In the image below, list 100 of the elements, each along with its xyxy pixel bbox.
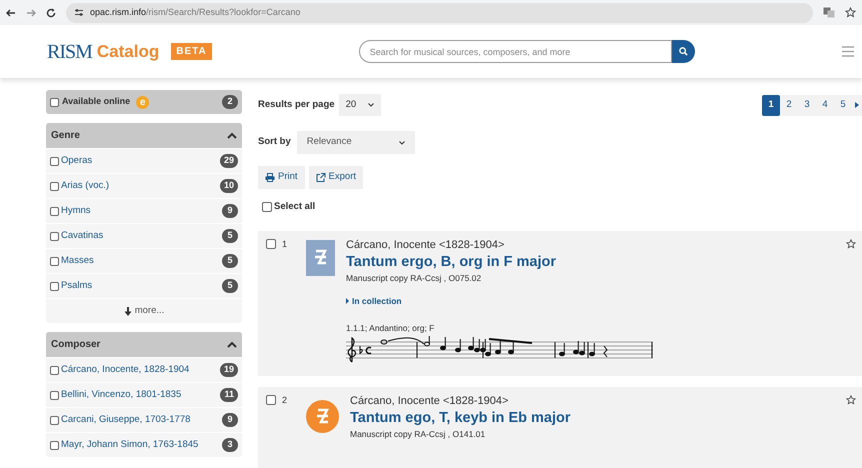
chevron-icon <box>398 140 405 144</box>
checkbox[interactable] <box>50 366 59 374</box>
facet-label: Psalms <box>61 278 92 293</box>
checkbox[interactable] <box>266 394 276 404</box>
result-title[interactable]: Tantum ego, T, keyb in Eb major <box>350 408 846 428</box>
checkbox[interactable] <box>50 282 59 290</box>
page-link[interactable]: 5 <box>834 94 852 116</box>
logo-mark[interactable]: RISM <box>47 36 92 66</box>
checkbox[interactable] <box>266 239 276 250</box>
external-link-icon <box>316 173 326 182</box>
facet-item[interactable]: Arias (voc.) 10 <box>46 173 242 198</box>
facet-label: Bellini, Vincenzo, 1801-1835 <box>61 388 182 402</box>
result-number: 2 <box>282 394 288 404</box>
forward-icon[interactable] <box>26 8 36 18</box>
result-title[interactable]: Tantum ergo, B, org in F major <box>346 252 846 272</box>
count-badge: 9 <box>222 204 238 218</box>
checkbox[interactable] <box>50 390 59 400</box>
down-arrow-icon <box>124 306 132 316</box>
facet-label: Hymns <box>61 204 91 218</box>
chevron-icon <box>368 103 374 107</box>
count-badge: 19 <box>220 363 238 377</box>
facet-header[interactable]: Composer <box>46 332 242 357</box>
export-button[interactable]: Export <box>308 166 364 189</box>
composer-name: Cárcano, Inocente <1828-1904> <box>346 239 506 252</box>
count-badge: 5 <box>222 254 238 268</box>
document-icon <box>306 400 339 432</box>
facet-item[interactable]: Bellini, Vincenzo, 1801-1835 11 <box>46 382 242 407</box>
count-badge: 5 <box>222 229 238 243</box>
collapse-icon[interactable] <box>227 132 237 139</box>
reload-icon[interactable] <box>46 8 56 18</box>
facet-item[interactable]: Hymns 9 <box>46 198 242 223</box>
page-link[interactable]: 3 <box>798 94 816 116</box>
available-online-filter[interactable]: Available online e 2 <box>46 90 242 114</box>
facet-item[interactable]: Operas 29 <box>46 148 242 173</box>
checkbox[interactable] <box>50 440 59 450</box>
site-settings-icon[interactable] <box>74 8 84 17</box>
checkbox[interactable] <box>50 98 59 106</box>
url-text: opac.rism.info/rism/Search/Results?lookfor=Carcano <box>90 6 300 19</box>
menu-icon[interactable] <box>842 46 854 57</box>
sort-select[interactable]: Relevance <box>296 131 415 154</box>
filter-label: Available online <box>62 95 130 108</box>
next-page-button[interactable] <box>852 94 862 116</box>
facet-item[interactable]: Psalms 5 <box>46 273 242 298</box>
facet-title: Composer <box>51 338 100 352</box>
count-badge: 10 <box>220 179 238 193</box>
facet-label: Cavatinas <box>61 228 104 243</box>
facet-item[interactable]: Cárcano, Inocente, 1828-1904 19 <box>46 357 242 382</box>
checkbox[interactable] <box>50 256 59 266</box>
incipit-label: 1.1.1; Andantino; org; F <box>346 322 436 334</box>
count-badge: 3 <box>222 438 238 452</box>
source-info: Manuscript copy RA-Ccsj , O075.02 <box>346 272 482 285</box>
in-collection-toggle[interactable]: In collection <box>346 295 846 308</box>
search-field[interactable]: Search for musical sources, composers, and more <box>358 40 672 63</box>
facet-label: Masses <box>61 254 94 268</box>
count-badge: 9 <box>222 413 238 427</box>
facet-label: Arias (voc.) <box>61 178 110 193</box>
count-badge: 5 <box>222 279 238 293</box>
checkbox[interactable] <box>50 182 59 190</box>
document-icon <box>306 240 335 276</box>
results-per-page-label: Results per page <box>258 98 335 112</box>
result-number: 1 <box>282 239 288 250</box>
back-icon[interactable] <box>6 8 16 18</box>
more-link[interactable]: more... <box>46 298 242 323</box>
page-link[interactable]: 1 <box>762 94 780 116</box>
printer-icon <box>265 173 275 182</box>
checkbox[interactable] <box>50 416 59 424</box>
online-mark: e <box>136 96 150 108</box>
collapse-icon[interactable] <box>227 341 237 348</box>
checkbox[interactable] <box>50 232 59 240</box>
facet-label: Cárcano, Inocente, 1828-1904 <box>61 362 190 377</box>
count-badge: 11 <box>220 388 238 402</box>
page-link[interactable]: 2 <box>780 94 798 116</box>
facet-item[interactable]: Carcani, Giuseppe, 1703-1778 9 <box>46 407 242 432</box>
favorite-star-icon[interactable] <box>846 394 856 404</box>
sort-label: Sort by <box>258 135 291 150</box>
checkbox[interactable] <box>50 156 59 166</box>
count-badge: 29 <box>220 154 238 168</box>
checkbox[interactable] <box>50 206 59 216</box>
composer-name: Cárcano, Inocente <1828-1904> <box>350 394 510 408</box>
translate-icon[interactable] <box>823 7 835 18</box>
favorite-star-icon[interactable] <box>846 239 856 250</box>
caret-icon <box>346 298 349 304</box>
facet-label: Carcani, Giuseppe, 1703-1778 <box>61 412 190 427</box>
page-link[interactable]: 4 <box>816 94 834 116</box>
results-per-page-select[interactable]: 20 <box>338 94 382 116</box>
next-icon <box>855 102 859 108</box>
facet-header[interactable]: Genre <box>46 123 242 148</box>
source-info: Manuscript copy RA-Ccsj , O141.01 <box>350 428 486 440</box>
search-button[interactable] <box>672 40 695 63</box>
address-bar[interactable]: opac.rism.info/rism/Search/Results?lookfor=Carcano <box>66 2 813 22</box>
select-all-label[interactable]: Select all <box>274 200 316 214</box>
facet-label: Mayr, Johann Simon, 1763-1845 <box>61 438 198 452</box>
facet-item[interactable]: Cavatinas 5 <box>46 223 242 248</box>
facet-title: Genre <box>51 129 80 143</box>
facet-item[interactable]: Mayr, Johann Simon, 1763-1845 3 <box>46 432 242 457</box>
checkbox[interactable] <box>262 202 272 212</box>
print-button[interactable]: Print <box>258 166 305 189</box>
facet-label: Operas <box>61 154 92 168</box>
facet-item[interactable]: Masses 5 <box>46 248 242 273</box>
bookmark-star-icon[interactable] <box>845 7 856 18</box>
